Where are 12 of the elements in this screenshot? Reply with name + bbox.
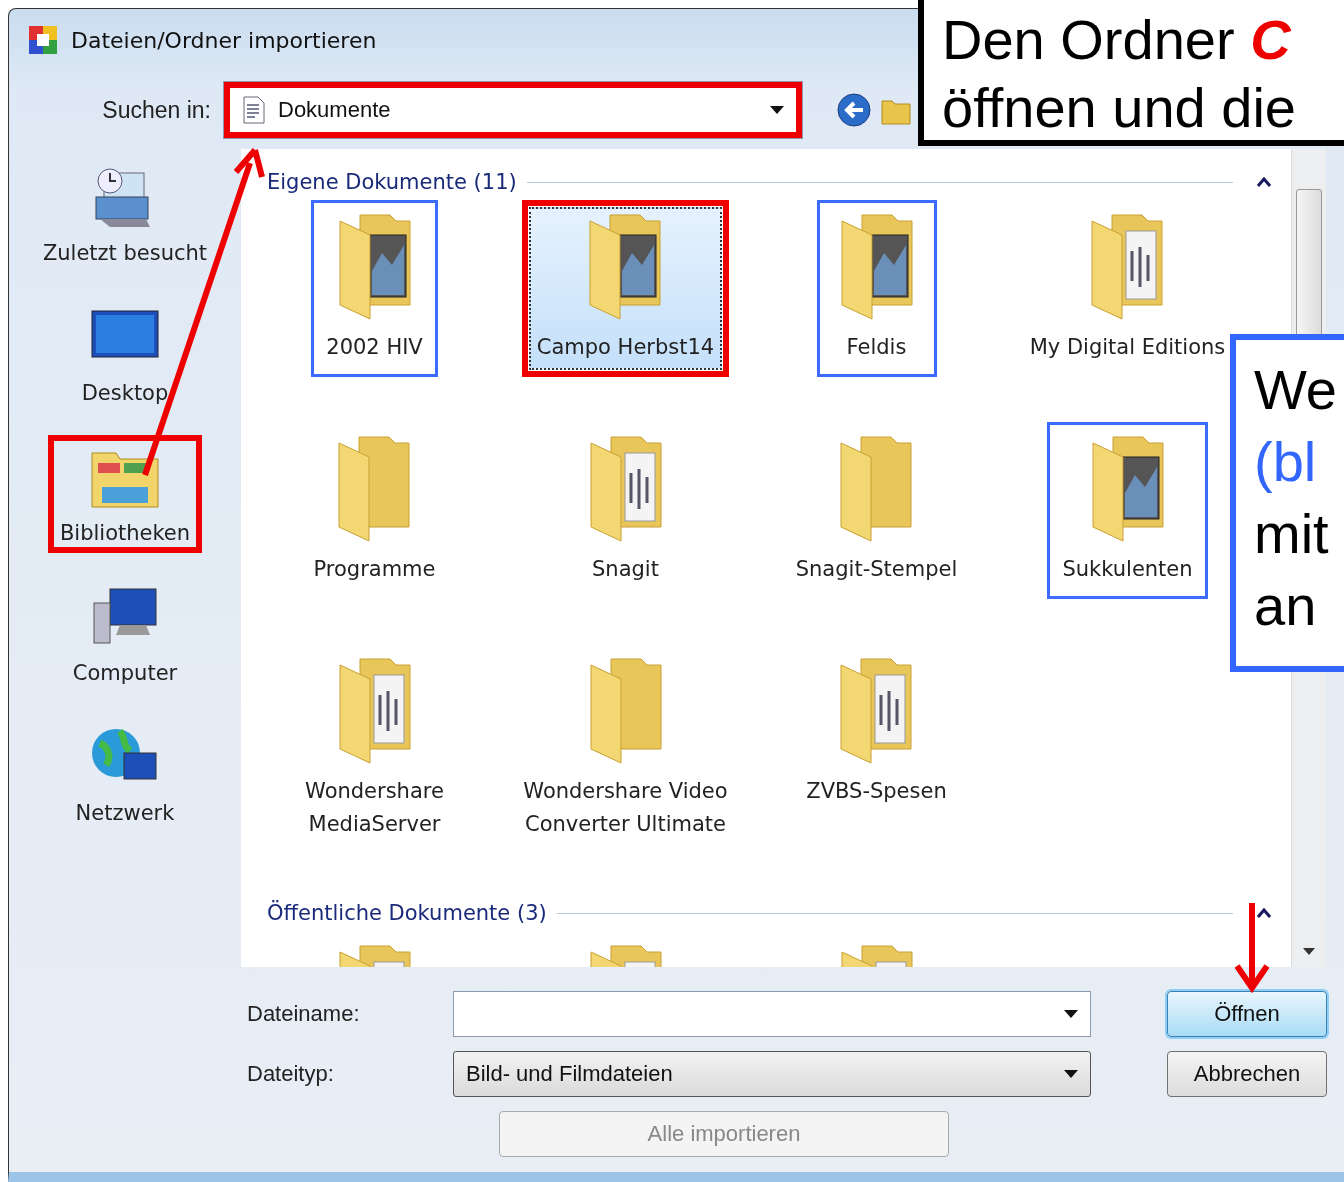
callout-text: (bl [1254,429,1318,495]
filetype-label: Dateityp: [247,1061,335,1087]
callout-text: öffnen und die [942,75,1297,141]
group-header: Öffentliche Dokumente (3) [267,901,547,925]
callout-text: Den Ordner C [942,7,1292,73]
window-title: Dateien/Ordner importieren [71,27,377,53]
callout-text: an [1254,573,1318,639]
filename-label: Dateiname: [247,1001,361,1027]
look-in-label: Suchen in: [101,96,212,124]
callout-text: mit [1254,501,1330,567]
callout-text: We [1254,357,1338,423]
group-header: Eigene Dokumente (11) [267,170,517,194]
